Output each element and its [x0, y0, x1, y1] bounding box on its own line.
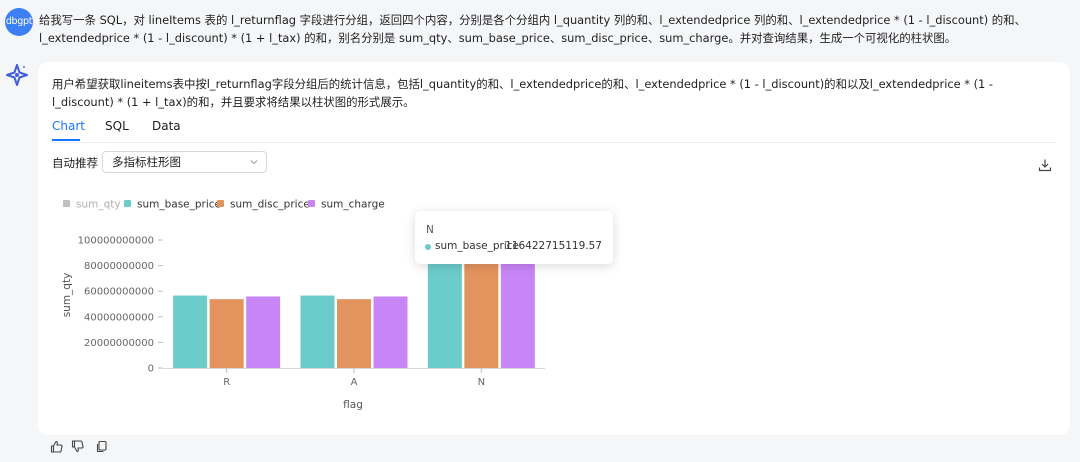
chart-tooltip: N sum_base_price 116422715119.57 — [415, 211, 613, 264]
legend-marker-sum_qty — [63, 200, 70, 207]
copy-icon[interactable] — [95, 440, 108, 453]
y-tick-label: 20000000000 — [84, 338, 154, 349]
tooltip-title: N — [426, 224, 434, 236]
bar-sum_base_price — [300, 295, 335, 368]
legend-label-sum_qty: sum_qty — [76, 199, 121, 211]
bar-sum_charge — [246, 296, 281, 368]
bar-sum_charge — [373, 296, 408, 368]
x-tick-label: N — [478, 377, 485, 388]
y-tick-label: 60000000000 — [84, 287, 154, 298]
y-axis-label: sum_qty — [61, 273, 73, 318]
thumbs-down-icon[interactable] — [71, 440, 84, 453]
tooltip-series-value: 116422715119.57 — [505, 240, 602, 252]
bar-sum_disc_price — [209, 299, 244, 368]
x-tick-label: A — [351, 377, 358, 388]
thumbs-up-icon[interactable] — [50, 440, 63, 453]
y-tick-label: 40000000000 — [84, 312, 154, 323]
x-tick-label: R — [223, 377, 230, 388]
legend-label-sum_disc_price: sum_disc_price — [230, 199, 310, 211]
x-axis-label: flag — [343, 399, 363, 411]
tooltip-series-marker — [425, 244, 431, 250]
y-tick-label: 80000000000 — [84, 261, 154, 272]
legend-marker-sum_base_price — [124, 200, 131, 207]
y-tick-label: 100000000000 — [78, 236, 154, 247]
legend-marker-sum_charge — [308, 200, 315, 207]
bar-sum_base_price — [173, 295, 208, 368]
legend-label-sum_charge: sum_charge — [321, 199, 385, 211]
legend-label-sum_base_price: sum_base_price — [137, 199, 221, 211]
bar-sum_disc_price — [337, 299, 371, 368]
legend-marker-sum_disc_price — [217, 200, 224, 207]
y-tick-label: 0 — [148, 364, 154, 375]
